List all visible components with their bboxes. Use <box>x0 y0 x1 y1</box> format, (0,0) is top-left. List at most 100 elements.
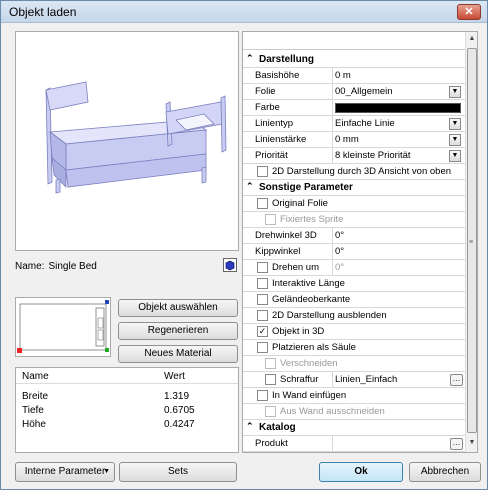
checkbox-label: Schraffur <box>280 374 319 385</box>
scroll-down-icon[interactable]: ▼ <box>466 436 477 450</box>
ok-button[interactable]: Ok <box>319 462 403 482</box>
section-darstellung[interactable]: ⌃ Darstellung <box>243 52 465 68</box>
prop-value: 0° <box>335 246 345 257</box>
checkbox[interactable] <box>265 374 276 385</box>
checkbox-label: Platzieren als Säule <box>272 342 356 353</box>
dropdown-arrow-icon[interactable]: ▼ <box>449 86 461 98</box>
checkbox-label: Geländeoberkante <box>272 294 351 305</box>
collapse-icon: ⌃ <box>246 53 254 63</box>
prop-original-folie[interactable]: Original Folie <box>243 196 465 212</box>
regenerate-button[interactable]: Regenerieren <box>118 322 238 340</box>
checkbox <box>265 358 276 369</box>
checkbox <box>265 406 276 417</box>
prop-aus-wand: Aus Wand ausschneiden <box>243 404 465 420</box>
checkbox <box>265 214 276 225</box>
section-katalog[interactable]: ⌃ Katalog <box>243 420 465 436</box>
row-value: 0.4247 <box>164 419 195 430</box>
checkbox[interactable] <box>257 166 268 177</box>
table-row[interactable]: Breite 1.319 <box>16 388 238 402</box>
prop-kippwinkel[interactable]: Kippwinkel 0° <box>243 244 465 260</box>
cancel-button[interactable]: Abbrechen <box>409 462 481 482</box>
dropdown-arrow-icon[interactable]: ▼ <box>449 118 461 130</box>
prop-2d-darstellung[interactable]: 2D Darstellung durch 3D Ansicht von oben <box>243 164 465 180</box>
new-material-button[interactable]: Neues Material <box>118 345 238 363</box>
checkbox-label: Fixiertes Sprite <box>280 214 344 225</box>
row-name: Breite <box>22 391 49 402</box>
window-title: Objekt laden <box>9 5 77 19</box>
checkbox[interactable] <box>257 294 268 305</box>
prop-label: Kippwinkel <box>255 246 301 257</box>
collapse-icon: ⌃ <box>246 421 254 431</box>
prop-platzieren-saeule[interactable]: Platzieren als Säule <box>243 340 465 356</box>
prop-label: Folie <box>255 86 276 97</box>
checkbox-label: Aus Wand ausschneiden <box>280 406 385 417</box>
section-sonstige[interactable]: ⌃ Sonstige Parameter <box>243 180 465 196</box>
section-label: Darstellung <box>259 54 315 65</box>
prop-2d-ausblenden[interactable]: 2D Darstellung ausblenden <box>243 308 465 324</box>
more-options-icon[interactable]: … <box>450 438 463 450</box>
dropdown-arrow-icon[interactable]: ▼ <box>449 150 461 162</box>
prop-value: 0° <box>335 230 345 241</box>
prop-prioritaet[interactable]: Priorität 8 kleinste Priorität ▼ <box>243 148 465 164</box>
cube-icon[interactable] <box>223 258 237 272</box>
row-value: 0.6705 <box>164 405 195 416</box>
prop-drehwinkel[interactable]: Drehwinkel 3D 0° <box>243 228 465 244</box>
prop-label: Linientyp <box>255 118 294 129</box>
checkbox-label: Interaktive Länge <box>272 278 345 289</box>
prop-in-wand[interactable]: In Wand einfügen <box>243 388 465 404</box>
col-name-header: Name <box>22 371 49 382</box>
checkbox[interactable] <box>257 278 268 289</box>
checkbox[interactable] <box>257 390 268 401</box>
prop-value: 00_Allgemein <box>335 86 393 97</box>
checkbox-label: 2D Darstellung ausblenden <box>272 310 387 321</box>
color-swatch[interactable] <box>335 103 461 113</box>
prop-drehen-um[interactable]: Drehen um 0° <box>243 260 465 276</box>
table-row[interactable]: Tiefe 0.6705 <box>16 402 238 416</box>
prop-value: 8 kleinste Priorität <box>335 150 411 161</box>
sets-button[interactable]: Sets <box>119 462 237 482</box>
prop-label: Priorität <box>255 150 288 161</box>
vertical-scrollbar[interactable]: ▲ ≡ ▼ <box>465 32 477 452</box>
scroll-up-icon[interactable]: ▲ <box>466 32 477 46</box>
checkbox[interactable] <box>257 310 268 321</box>
more-options-icon[interactable]: … <box>450 374 463 386</box>
dropdown-label: Interne Parameter <box>24 466 106 477</box>
dropdown-arrow-icon[interactable]: ▼ <box>449 134 461 146</box>
table-header: Name Wert <box>16 368 238 384</box>
section-label: Katalog <box>259 422 296 433</box>
close-button[interactable]: ✕ <box>457 4 481 20</box>
checkbox-label: Original Folie <box>272 198 328 209</box>
internal-params-dropdown[interactable]: Interne Parameter ▼ <box>15 462 115 482</box>
prop-produkt[interactable]: Produkt … <box>243 436 465 452</box>
object-preview <box>15 31 239 251</box>
prop-value: Einfache Linie <box>335 118 395 129</box>
prop-folie[interactable]: Folie 00_Allgemein ▼ <box>243 84 465 100</box>
name-value: Single Bed <box>48 261 97 272</box>
prop-schraffur[interactable]: Schraffur Linien_Einfach… <box>243 372 465 388</box>
select-object-button[interactable]: Objekt auswählen <box>118 299 238 317</box>
scroll-thumb[interactable]: ≡ <box>467 48 477 433</box>
prop-farbe[interactable]: Farbe <box>243 100 465 116</box>
dropdown-arrow-icon: ▼ <box>103 468 110 475</box>
checkbox-checked[interactable]: ✓ <box>257 326 268 337</box>
prop-label: Produkt <box>255 438 288 449</box>
name-label: Name: <box>15 261 45 272</box>
col-value-header: Wert <box>164 371 185 382</box>
prop-basishoehe[interactable]: Basishöhe 0 m <box>243 68 465 84</box>
prop-interaktive-laenge[interactable]: Interaktive Länge <box>243 276 465 292</box>
prop-linientyp[interactable]: Linientyp Einfache Linie ▼ <box>243 116 465 132</box>
prop-gelaendeoberkante[interactable]: Geländeoberkante <box>243 292 465 308</box>
prop-objekt-in-3d[interactable]: ✓ Objekt in 3D <box>243 324 465 340</box>
checkbox[interactable] <box>257 342 268 353</box>
prop-label: Linienstärke <box>255 134 307 145</box>
row-value: 1.319 <box>164 391 190 402</box>
section-label: Sonstige Parameter <box>259 182 353 193</box>
table-row[interactable]: Höhe 0.4247 <box>16 416 238 430</box>
grip-icon: ≡ <box>469 239 474 246</box>
checkbox-label: Objekt in 3D <box>272 326 325 337</box>
checkbox[interactable] <box>257 198 268 209</box>
prop-label: Farbe <box>255 102 280 113</box>
collapse-icon: ⌃ <box>246 181 254 191</box>
prop-linienstaerke[interactable]: Linienstärke 0 mm ▼ <box>243 132 465 148</box>
checkbox[interactable] <box>257 262 268 273</box>
